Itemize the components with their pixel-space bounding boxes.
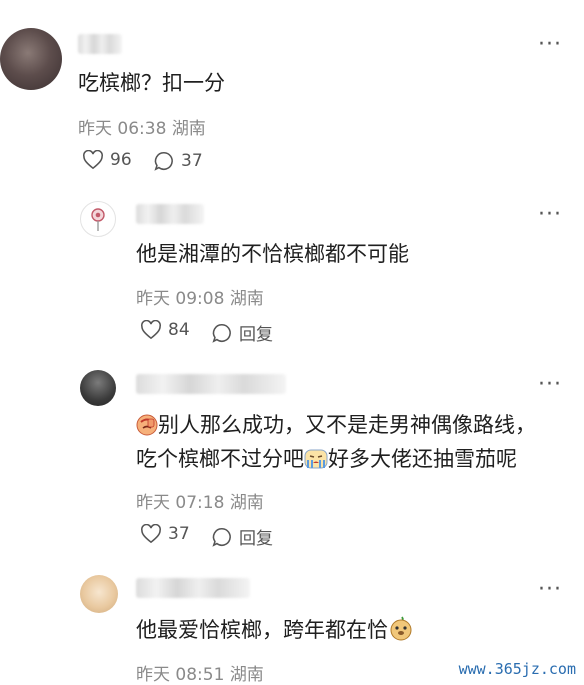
- comment-text-line-1: 别人那么成功，又不是走男神偶像路线，: [136, 408, 536, 442]
- more-options-button[interactable]: ···: [538, 204, 562, 226]
- reply-label: 回复: [239, 529, 273, 549]
- comment-location: 湖南: [229, 493, 264, 513]
- comment-text-segment: 吃个槟榔不过分吧: [136, 447, 304, 471]
- comment-text-line-2: 吃个槟榔不过分吧 好多大佬还抽雪茄呢: [136, 442, 536, 476]
- reply-button[interactable]: 37: [153, 150, 203, 172]
- comment-meta: 昨天 06:38 湖南: [78, 114, 206, 139]
- comment-meta: 昨天 07:18 湖南: [136, 488, 264, 513]
- more-options-button[interactable]: ···: [538, 34, 562, 56]
- comment-time: 昨天 09:08: [136, 289, 225, 309]
- comment-text: 他是湘潭的不恰槟榔都不可能: [136, 237, 409, 271]
- avatar[interactable]: [0, 28, 62, 90]
- more-options-button[interactable]: ···: [538, 374, 562, 396]
- doge-emoji-icon: [390, 616, 412, 641]
- comment-text: 他最爱恰槟榔，跨年都在恰: [136, 613, 414, 647]
- reply-button[interactable]: 回复: [211, 524, 273, 549]
- avatar[interactable]: [80, 370, 116, 406]
- like-button[interactable]: 96: [82, 150, 132, 170]
- reply-count: 37: [181, 151, 203, 171]
- like-count: 96: [110, 150, 132, 170]
- avatar[interactable]: [80, 201, 116, 237]
- comment-text-line: 他最爱恰槟榔，跨年都在恰: [136, 618, 388, 642]
- comment-text-segment: 别人那么成功，又不是走男神偶像路线，: [158, 413, 536, 437]
- reply-label: 回复: [239, 325, 273, 345]
- facepalm-emoji-icon: [136, 414, 158, 436]
- comment-text-line: 他是湘潭的不恰槟榔都不可能: [136, 242, 409, 266]
- username-blurred[interactable]: [136, 374, 286, 394]
- username-blurred[interactable]: [136, 204, 204, 224]
- like-button[interactable]: 37: [140, 524, 190, 544]
- like-count: 37: [168, 524, 190, 544]
- comment-time: 昨天 08:51: [136, 665, 225, 685]
- heart-icon: [141, 320, 161, 340]
- comment-location: 湖南: [229, 289, 264, 309]
- comment-location: 湖南: [171, 119, 206, 139]
- heart-icon: [141, 524, 161, 544]
- crying-emoji-icon: [304, 449, 328, 469]
- like-count: 84: [168, 320, 190, 340]
- heart-icon: [83, 150, 103, 170]
- reply-button[interactable]: 回复: [211, 320, 273, 345]
- comment-bubble-icon: [212, 527, 231, 547]
- comment-time: 昨天 07:18: [136, 493, 225, 513]
- comment-text-segment: 好多大佬还抽雪茄呢: [328, 447, 517, 471]
- comment-text-line: 吃槟榔？扣一分: [78, 71, 225, 95]
- comment-text: 吃槟榔？扣一分: [78, 66, 225, 100]
- avatar[interactable]: [80, 575, 118, 613]
- lollipop-icon: [91, 208, 105, 231]
- comment-meta: 昨天 08:51 湖南: [136, 660, 264, 685]
- comment-location: 湖南: [229, 665, 264, 685]
- comment-time: 昨天 06:38: [78, 119, 167, 139]
- watermark: www.365jz.com: [458, 660, 576, 678]
- username-blurred[interactable]: [136, 578, 250, 598]
- comment-text: 别人那么成功，又不是走男神偶像路线， 吃个槟榔不过分吧 好多大佬还抽雪茄呢: [136, 408, 536, 476]
- comment-bubble-icon: [212, 323, 231, 343]
- comment-meta: 昨天 09:08 湖南: [136, 284, 264, 309]
- like-button[interactable]: 84: [140, 320, 190, 340]
- more-options-button[interactable]: ···: [538, 579, 562, 601]
- comment-bubble-icon: [154, 151, 173, 171]
- username-blurred[interactable]: [78, 34, 122, 54]
